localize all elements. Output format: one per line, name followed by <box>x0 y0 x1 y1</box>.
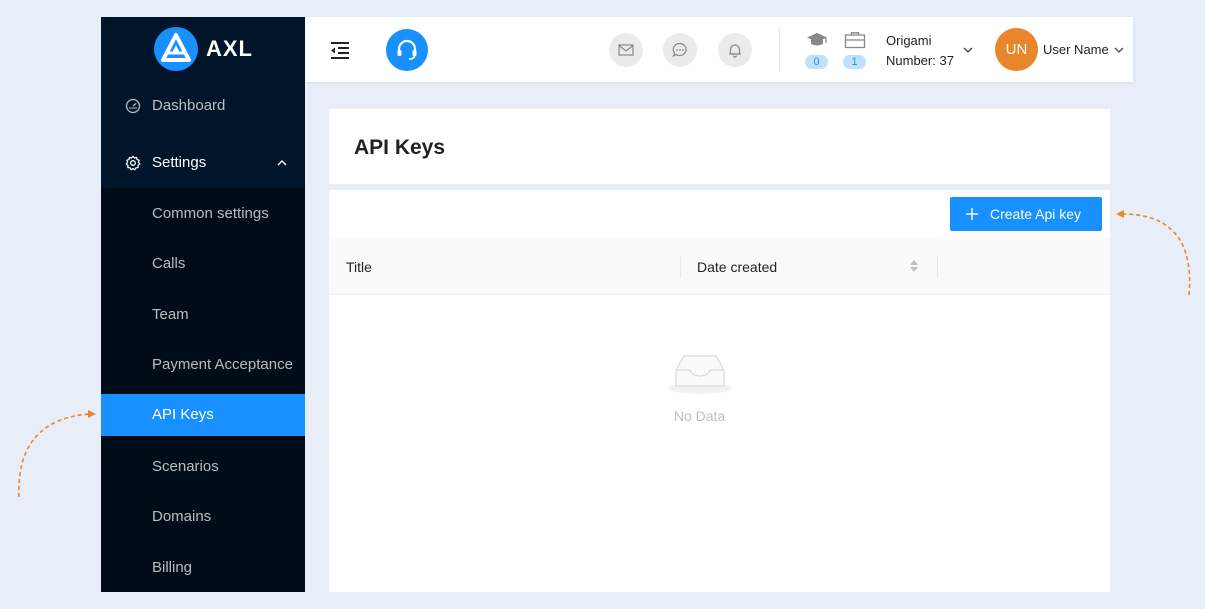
chevron-up-icon <box>277 160 287 166</box>
sidebar-item-team[interactable]: Team <box>101 294 305 336</box>
column-header-title: Title <box>346 259 372 275</box>
header-divider <box>779 28 780 72</box>
mail-button[interactable] <box>609 33 643 67</box>
empty-state-text: No Data <box>673 408 726 424</box>
origami-number: Number: 37 <box>886 53 954 68</box>
sidebar-item-scenarios[interactable]: Scenarios <box>101 446 305 488</box>
sidebar-item-settings[interactable]: Settings <box>101 142 305 184</box>
briefcase-icon <box>844 32 866 49</box>
column-divider <box>680 256 681 278</box>
origami-selector[interactable]: Origami Number: 37 <box>886 31 954 71</box>
sidebar-item-domains[interactable]: Domains <box>101 496 305 538</box>
sidebar: AXL Dashboard Settings Common settings C… <box>101 17 305 592</box>
sidebar-item-billing[interactable]: Billing <box>101 547 305 589</box>
education-stat[interactable]: 0 <box>805 31 831 71</box>
graduation-cap-icon <box>807 33 827 46</box>
briefcase-stat[interactable]: 1 <box>843 31 869 71</box>
chat-button[interactable] <box>663 33 697 67</box>
sidebar-item-common-settings[interactable]: Common settings <box>101 193 305 235</box>
page-header-card: API Keys <box>329 109 1110 184</box>
annotation-arrow-icon <box>1116 210 1191 296</box>
logo-text: AXL <box>206 36 253 61</box>
mail-icon <box>618 44 634 56</box>
menu-fold-icon[interactable] <box>329 39 351 61</box>
avatar[interactable]: UN <box>995 28 1038 71</box>
axl-logo-icon <box>154 27 198 71</box>
user-name[interactable]: User Name <box>1043 42 1109 57</box>
support-button[interactable] <box>386 29 428 71</box>
chevron-down-icon[interactable] <box>1113 44 1125 56</box>
column-header-date-created[interactable]: Date created <box>697 259 777 275</box>
briefcase-count-badge: 1 <box>843 55 866 69</box>
settings-submenu: Common settings Calls Team Payment Accep… <box>101 188 305 592</box>
sidebar-item-payment-acceptance[interactable]: Payment Acceptance <box>101 344 305 386</box>
top-header: 0 1 Origami Number: 37 UN User Name <box>305 17 1133 82</box>
sidebar-item-dashboard[interactable]: Dashboard <box>101 85 305 127</box>
api-keys-card: Create Api key Title Date created No Dat… <box>329 190 1110 592</box>
plus-icon <box>966 208 978 220</box>
create-api-key-label: Create Api key <box>990 206 1082 222</box>
annotation-arrow-icon <box>18 410 96 498</box>
origami-label: Origami <box>886 33 932 48</box>
dashboard-icon <box>125 98 141 114</box>
notifications-button[interactable] <box>718 33 752 67</box>
create-api-key-button[interactable]: Create Api key <box>950 197 1102 231</box>
logo[interactable]: AXL <box>101 17 305 81</box>
bell-icon <box>729 44 741 58</box>
education-count-badge: 0 <box>805 55 828 69</box>
gear-icon <box>125 155 141 171</box>
sidebar-item-api-keys[interactable]: API Keys <box>101 394 305 436</box>
chevron-down-icon[interactable] <box>962 44 974 56</box>
sidebar-item-label: Dashboard <box>152 97 226 114</box>
sidebar-item-label: Settings <box>152 154 207 171</box>
empty-inbox-icon <box>668 355 732 394</box>
headset-icon <box>397 39 417 60</box>
table-header: Title Date created <box>329 238 1110 295</box>
sidebar-item-calls[interactable]: Calls <box>101 243 305 285</box>
column-divider <box>937 256 938 278</box>
chat-icon <box>672 42 687 58</box>
sort-icon[interactable] <box>909 258 919 274</box>
page-title: API Keys <box>354 136 446 159</box>
